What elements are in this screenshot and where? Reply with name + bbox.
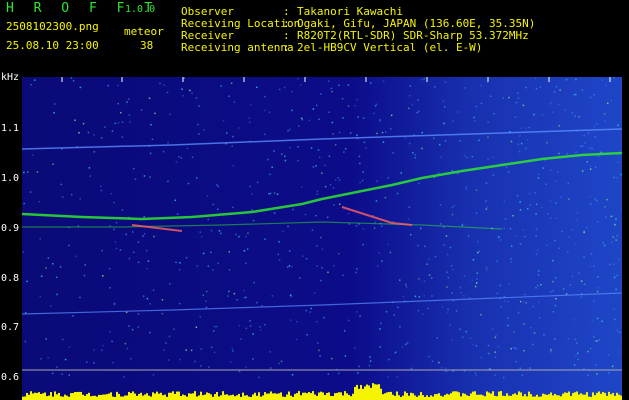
spectrogram-canvas [22,77,622,400]
y-axis-unit: kHz [1,72,20,83]
y-tick-label: 1.0 [1,173,20,184]
image-filename: 2508102300.png [6,20,99,33]
antenna-colon: : [283,41,290,54]
meteor-activity-bars [22,383,622,400]
spectrogram-plot [22,77,622,400]
y-tick-label: 1.1 [1,123,20,134]
tick-marks [61,77,611,82]
meteor-label: meteor [124,25,164,38]
antenna-value: 2el-HB9CV Vertical (el. E-W) [297,41,483,54]
noise-layer [22,77,622,379]
y-tick-label: 0.6 [1,372,20,383]
app-version: 1.0.0 [125,4,156,15]
y-tick-label: 0.7 [1,322,20,333]
carrier-line-upper [22,128,622,150]
secondary-trace [22,221,503,230]
doppler-echo-2 [341,206,413,226]
observation-datetime: 25.08.10 23:00 [6,39,99,52]
y-tick-label: 0.9 [1,223,20,234]
antenna-label: Receiving antenna [181,41,294,54]
meteor-count: 38 [140,39,154,52]
carrier-line-lower [22,292,622,315]
main-echo-trace [22,151,622,221]
y-tick-label: 0.8 [1,273,20,284]
